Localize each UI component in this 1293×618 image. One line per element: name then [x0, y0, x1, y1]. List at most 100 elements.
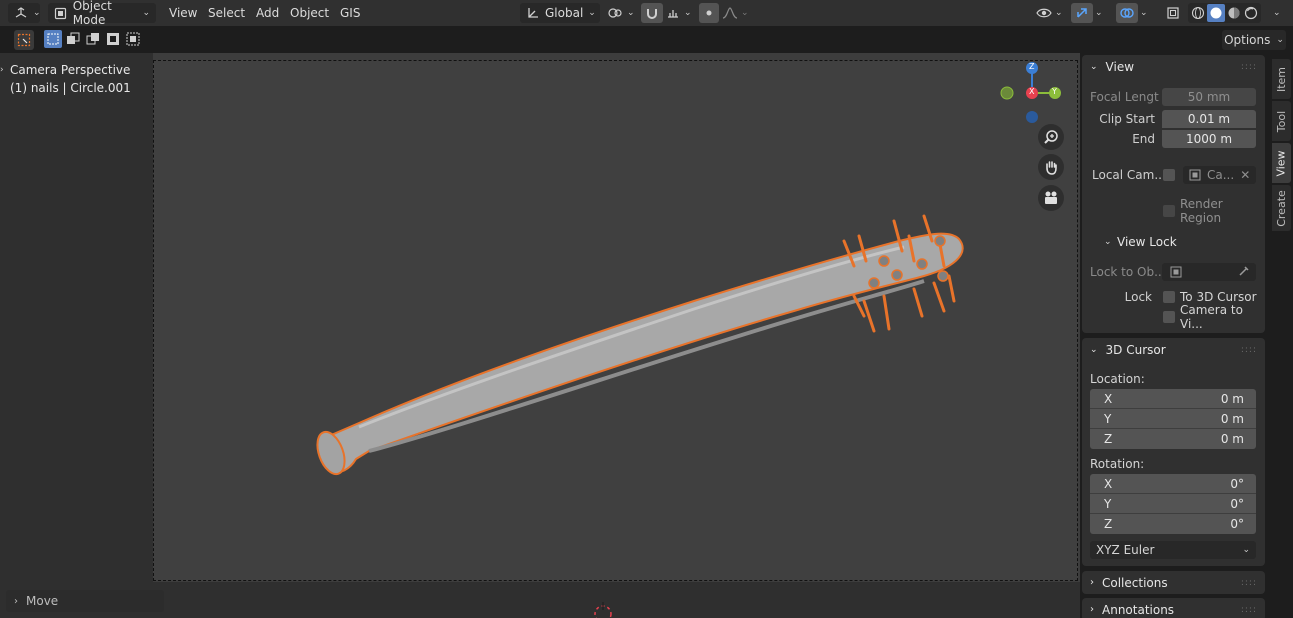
- overlays-dropdown[interactable]: ⌄: [1140, 3, 1148, 23]
- zoom-button[interactable]: [1038, 124, 1064, 150]
- render-region-label: Render Region: [1180, 197, 1223, 225]
- overlays-toggle-button[interactable]: [1116, 3, 1138, 23]
- view-lock-title: View Lock: [1117, 235, 1177, 249]
- to-3d-cursor-checkbox[interactable]: [1163, 291, 1175, 303]
- selection-mode-group: [44, 30, 142, 50]
- camera-icon: [1043, 190, 1059, 206]
- location-y-field[interactable]: Y 0 m: [1090, 409, 1256, 429]
- chevron-down-icon: ⌄: [1090, 62, 1098, 72]
- material-preview-shading-icon[interactable]: [1226, 5, 1242, 21]
- focal-length-field[interactable]: 50 mm: [1162, 88, 1256, 106]
- view-panel-header[interactable]: ⌄ View ::::: [1082, 55, 1265, 79]
- set-new-selection-icon[interactable]: [44, 30, 62, 48]
- pivot-icon: [607, 5, 623, 21]
- eyedropper-icon[interactable]: [1238, 265, 1250, 280]
- proportional-editing-button[interactable]: [699, 3, 719, 23]
- gizmo-toggle-button[interactable]: [1071, 3, 1093, 23]
- visibility-dropdown[interactable]: ⌄: [1036, 3, 1063, 23]
- overlays-circles-icon: [1119, 5, 1135, 21]
- camera-frame: [153, 60, 1078, 581]
- viewport-info-text: Camera Perspective (1) nails | Circle.00…: [10, 61, 131, 97]
- tab-item[interactable]: Item: [1272, 59, 1291, 99]
- clear-x-icon[interactable]: ✕: [1240, 168, 1250, 182]
- rotation-y-field[interactable]: Y 0°: [1090, 494, 1256, 514]
- camera-view-button[interactable]: [1038, 185, 1064, 211]
- pivot-point-dropdown[interactable]: ⌄: [607, 3, 635, 23]
- solid-shading-icon[interactable]: [1207, 4, 1225, 22]
- lock-to-object-field[interactable]: [1162, 263, 1256, 281]
- rotation-mode-dropdown[interactable]: XYZ Euler ⌄: [1090, 541, 1256, 559]
- toolbar-expand-icon[interactable]: ›: [0, 65, 4, 75]
- 3d-viewport[interactable]: Camera Perspective (1) nails | Circle.00…: [0, 53, 1080, 618]
- menu-gis[interactable]: GIS: [332, 3, 368, 23]
- tab-create[interactable]: Create: [1272, 185, 1291, 231]
- axis-value: 0 m: [1220, 391, 1244, 406]
- tab-view[interactable]: View: [1272, 143, 1291, 183]
- axis-value: 0°: [1230, 476, 1244, 491]
- location-x-field[interactable]: X 0 m: [1090, 389, 1256, 409]
- gizmo-arrow-icon: [1074, 5, 1090, 21]
- menu-object[interactable]: Object: [282, 3, 337, 23]
- last-operator-panel[interactable]: › Move: [6, 590, 164, 612]
- chevron-right-icon: ›: [1090, 604, 1094, 615]
- chevron-right-icon: ›: [1090, 577, 1094, 588]
- drag-grip-icon[interactable]: ::::: [1241, 578, 1257, 588]
- snap-target-dropdown[interactable]: ⌄: [665, 3, 692, 23]
- shading-dropdown[interactable]: ⌄: [1273, 3, 1281, 23]
- local-camera-checkbox[interactable]: [1163, 169, 1175, 181]
- drag-grip-icon[interactable]: ::::: [1241, 345, 1257, 355]
- chevron-down-icon: ⌄: [33, 8, 41, 18]
- view-lock-subheader[interactable]: ⌄ View Lock: [1082, 232, 1265, 252]
- menu-select[interactable]: Select: [200, 3, 253, 23]
- object-mode-icon: [54, 5, 68, 21]
- snap-toggle-button[interactable]: [641, 3, 663, 23]
- camera-to-view-checkbox[interactable]: [1163, 311, 1175, 323]
- menu-view[interactable]: View: [161, 3, 205, 23]
- intersect-selection-icon[interactable]: [124, 30, 142, 48]
- render-region-checkbox[interactable]: [1163, 205, 1175, 217]
- axis-value: 0°: [1230, 517, 1244, 531]
- clip-start-field[interactable]: 0.01 m: [1162, 110, 1256, 128]
- wireframe-shading-icon[interactable]: [1190, 5, 1206, 21]
- xray-icon: [1165, 5, 1181, 21]
- gizmo-dropdown[interactable]: ⌄: [1095, 3, 1103, 23]
- collections-panel-header[interactable]: › Collections ::::: [1082, 571, 1265, 594]
- annotations-panel[interactable]: › Annotations ::::: [1082, 598, 1265, 618]
- rotation-x-field[interactable]: X 0°: [1090, 474, 1256, 494]
- focal-length-label: Focal Lengt: [1090, 90, 1159, 104]
- mode-dropdown[interactable]: Object Mode ⌄: [48, 0, 156, 27]
- proportional-falloff-dropdown[interactable]: ⌄: [722, 3, 749, 23]
- 3d-cursor-panel-header[interactable]: ⌄ 3D Cursor ::::: [1082, 338, 1265, 362]
- collections-panel[interactable]: › Collections ::::: [1082, 571, 1265, 594]
- gizmo-y-label: Y: [1052, 87, 1057, 96]
- clip-end-field[interactable]: 1000 m: [1162, 130, 1256, 148]
- active-tool-button[interactable]: [14, 30, 34, 50]
- invert-selection-icon[interactable]: [104, 30, 122, 48]
- rotation-mode-value: XYZ Euler: [1096, 543, 1155, 557]
- options-dropdown[interactable]: Options ⌄: [1222, 30, 1286, 50]
- magnet-icon: [644, 5, 660, 21]
- transform-orientation-dropdown[interactable]: Global ⌄: [520, 3, 600, 23]
- drag-grip-icon[interactable]: ::::: [1241, 62, 1257, 72]
- local-camera-field[interactable]: Ca... ✕: [1183, 166, 1256, 184]
- chevron-down-icon: ⌄: [588, 8, 596, 18]
- rendered-shading-icon[interactable]: [1243, 5, 1259, 21]
- chevron-down-icon: ⌄: [1273, 8, 1281, 18]
- drag-grip-icon[interactable]: ::::: [1241, 605, 1257, 615]
- camera-to-view-row: Camera to Vi...: [1082, 303, 1265, 331]
- axis-value: 0°: [1230, 496, 1244, 511]
- location-z-field[interactable]: Z 0 m: [1090, 429, 1256, 449]
- subtract-selection-icon[interactable]: [84, 30, 102, 48]
- tab-tool[interactable]: Tool: [1272, 101, 1291, 141]
- rotation-z-field[interactable]: Z 0°: [1090, 514, 1256, 534]
- bat-model[interactable]: [154, 61, 1079, 582]
- extend-selection-icon[interactable]: [64, 30, 82, 48]
- navigation-gizmo[interactable]: Z X Y: [995, 61, 1070, 126]
- pan-button[interactable]: [1038, 154, 1064, 180]
- local-camera-label: Local Cam...: [1092, 168, 1166, 182]
- annotations-panel-header[interactable]: › Annotations ::::: [1082, 598, 1265, 618]
- orientation-label: Global: [545, 6, 584, 20]
- xray-toggle-button[interactable]: [1163, 3, 1183, 23]
- editor-type-dropdown[interactable]: ⌄: [8, 3, 41, 23]
- axis-label: Z: [1104, 432, 1113, 446]
